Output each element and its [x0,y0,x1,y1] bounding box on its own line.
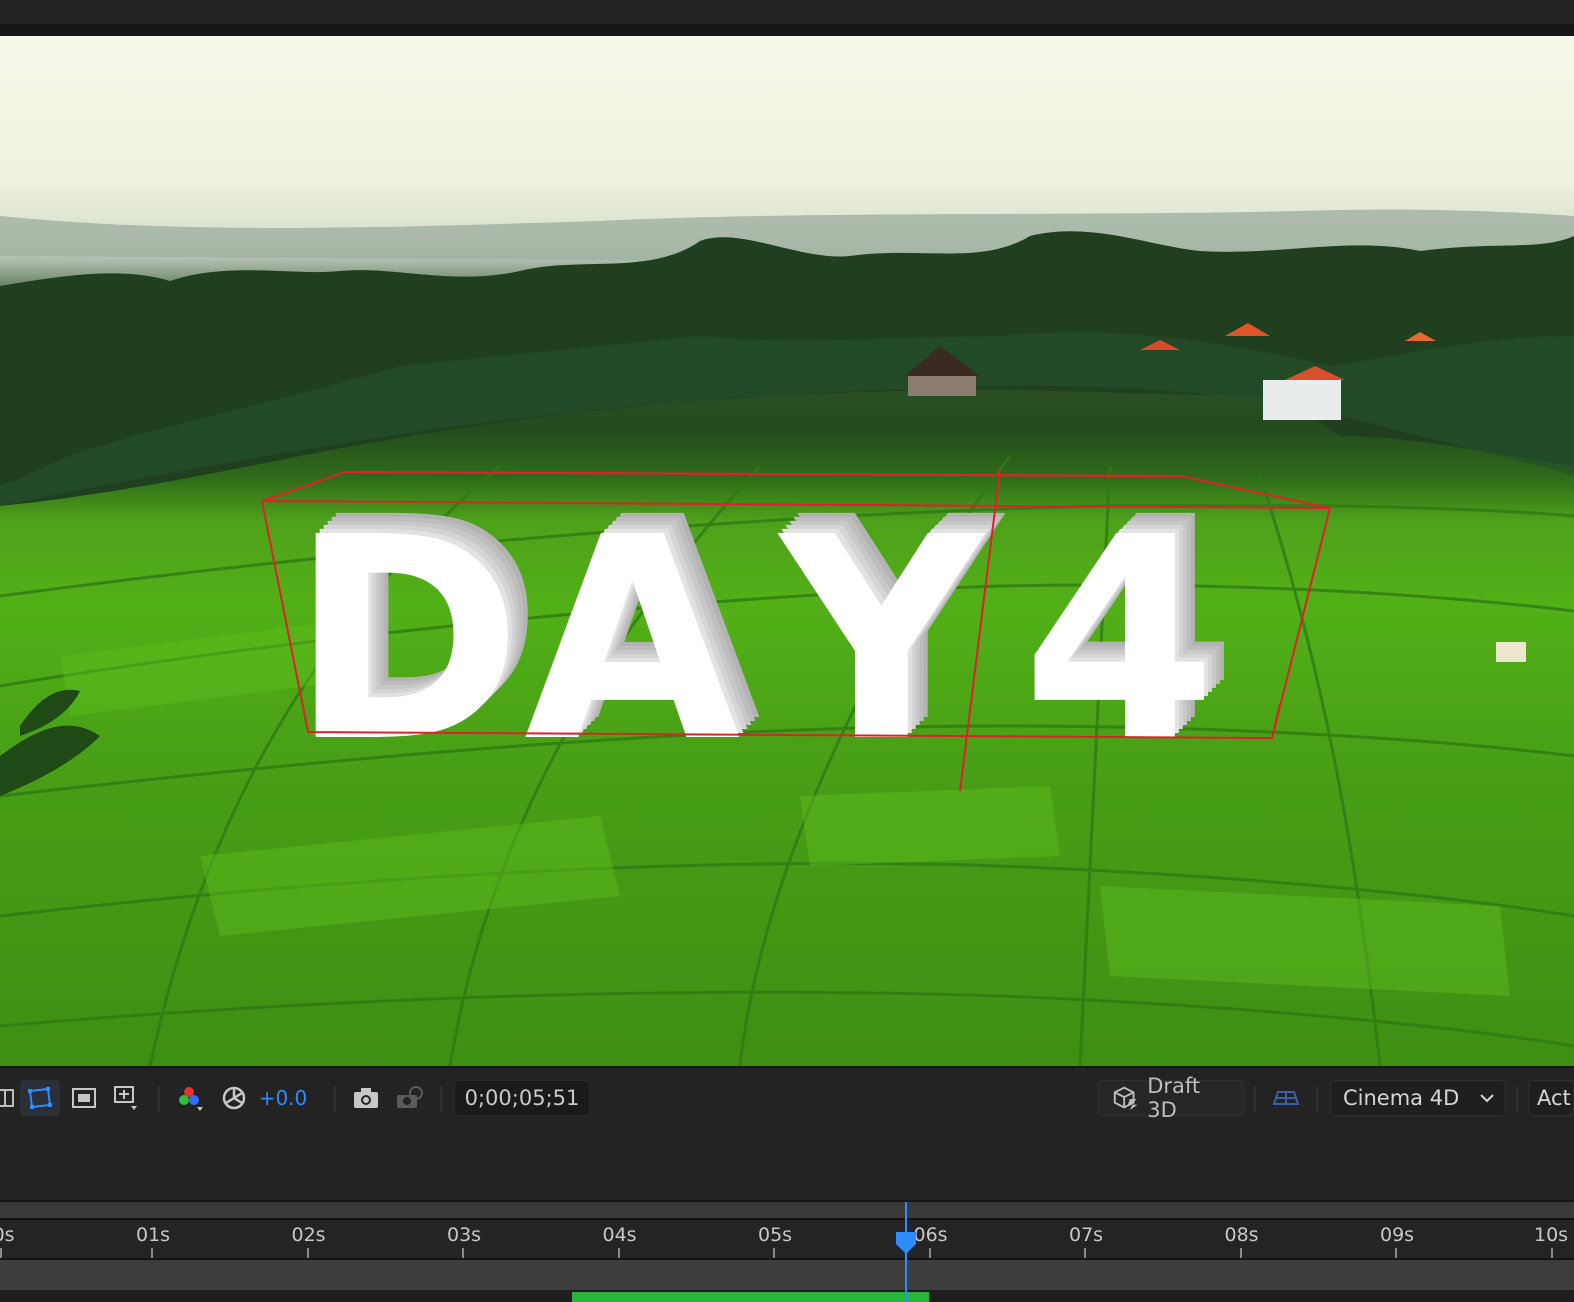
mask-path-icon [28,1087,52,1109]
ruler-tick [462,1248,464,1258]
toolbar-separator [158,1086,160,1112]
ruler-tick [928,1248,931,1258]
transparency-grid-icon [114,1086,137,1110]
ruler-label: 04s [602,1224,637,1246]
renderer-value: Cinema 4D [1343,1086,1460,1110]
chevron-down-icon [1480,1094,1494,1103]
timeline-header-area [0,1134,1574,1200]
ruler-label: 06s [913,1224,948,1246]
panel-divider [0,24,1574,36]
current-time-field[interactable]: 0;00;05;51 [454,1080,590,1116]
ruler-tick [306,1248,309,1258]
ruler-tick [1239,1248,1242,1258]
draft-3d-icon [1113,1086,1138,1111]
ruler-label: 03s [447,1224,482,1246]
region-of-interest-button[interactable] [64,1080,104,1116]
ruler-label: 09s [1380,1224,1415,1246]
ruler-tick [1084,1248,1086,1258]
viewer-toolbar: +0.0 0;00;05;51 Draft 3D Cinema 4D Act [0,1066,1574,1134]
ruler-tick [151,1248,153,1258]
toolbar-separator [334,1086,336,1112]
exposure-value-text: +0.0 [258,1086,308,1110]
toolbar-separator [1516,1086,1518,1112]
active-camera-label: Act [1537,1086,1571,1110]
composition-viewer[interactable]: D A Y 4 [0,36,1574,1066]
show-snapshot-icon [397,1086,423,1108]
ruler-tick [1395,1248,1397,1258]
renderer-dropdown[interactable]: Cinema 4D [1330,1080,1506,1116]
exposure-value[interactable]: +0.0 [258,1080,308,1116]
ruler-label: 10s [1534,1224,1569,1246]
show-snapshot-button[interactable] [390,1080,430,1116]
toolbar-separator [1316,1086,1318,1112]
extended-viewer-button[interactable] [1266,1080,1306,1116]
show-channel-button[interactable] [170,1080,210,1116]
ruler-label: 01s [136,1224,171,1246]
draft-3d-label: Draft 3D [1147,1074,1201,1122]
ruler-label: 07s [1069,1224,1104,1246]
exposure-reset-icon [222,1086,246,1110]
snapshot-camera-icon [354,1088,378,1108]
ruler-tick [617,1248,620,1258]
layer-bounding-box[interactable] [0,36,1574,1066]
channel-rgb-icon [179,1087,203,1111]
ruler-tick [1550,1248,1553,1258]
ruler-label: 08s [1224,1224,1259,1246]
work-area-bar[interactable] [0,1200,1574,1218]
region-of-interest-icon [72,1088,96,1108]
extended-viewer-icon [1272,1091,1300,1105]
ruler-label: 02s [291,1224,326,1246]
current-time-text: 0;00;05;51 [464,1086,580,1110]
current-time-indicator[interactable] [894,1230,918,1256]
reset-exposure-button[interactable] [214,1080,254,1116]
ruler-tick [0,1248,2,1258]
active-camera-dropdown[interactable]: Act [1528,1080,1574,1116]
draft-3d-button[interactable]: Draft 3D [1098,1074,1244,1122]
ruler-label: 05s [758,1224,793,1246]
toolbar-separator [1254,1086,1256,1112]
layer-track[interactable] [0,1260,1574,1290]
transparency-grid-button[interactable] [106,1080,146,1116]
mask-path-visibility-button[interactable] [20,1080,60,1116]
time-ruler[interactable]: 00s 01s 02s 03s 04s 05s 06s 07s 08s 09s 10s [0,1218,1574,1260]
toolbar-separator [440,1086,442,1112]
grid-icon [0,1089,14,1107]
take-snapshot-button[interactable] [346,1080,386,1116]
layer-duration-bar[interactable] [571,1292,930,1302]
panel-header-bar [0,0,1574,24]
ruler-tick [773,1248,775,1258]
ruler-label: 00s [0,1224,15,1246]
